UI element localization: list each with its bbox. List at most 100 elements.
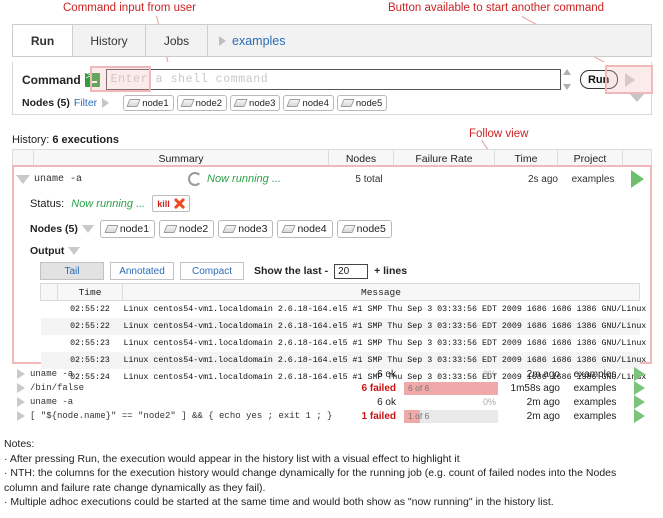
table-row[interactable]: uname -a 6 ok 0% 2m ago examples <box>12 395 652 409</box>
node-tag[interactable]: node1 <box>123 95 174 111</box>
output-mode-compact-label: Compact <box>191 265 232 277</box>
output-mode-compact[interactable]: Compact <box>180 262 244 280</box>
row-time: 1m58s ago <box>510 382 560 394</box>
follow-view-button[interactable] <box>626 381 652 395</box>
annotation-command-input: Command input from user <box>63 2 196 14</box>
kill-button-label: kill <box>157 198 170 209</box>
table-row[interactable]: uname -a 6 ok 0% 2m ago examples <box>12 367 652 381</box>
node-tag-label: node3 <box>249 97 276 109</box>
node-tag[interactable]: node3 <box>218 220 274 238</box>
note-item: · NTH: the columns for the execution his… <box>4 467 617 494</box>
node-tag-label: node3 <box>238 223 268 235</box>
running-execution-row[interactable]: uname -a Now running ... 5 total 2s ago … <box>14 167 650 191</box>
node-icon <box>286 99 302 107</box>
running-time: 2s ago <box>527 173 558 185</box>
log-row: 02:55:22 Linux centos54-vm1.localdomain … <box>41 301 646 319</box>
tab-history[interactable]: History <box>73 25 146 56</box>
notes-section: Notes: · After pressing Run, the executi… <box>4 437 644 510</box>
chevron-down-icon[interactable] <box>68 247 81 255</box>
row-failure-pct: 0% <box>482 396 496 407</box>
log-time: 02:55:23 <box>70 339 110 348</box>
running-status: Now running ... <box>188 172 338 186</box>
running-nodes-label: Nodes (5) <box>30 223 78 235</box>
history-count: 6 executions <box>52 134 119 146</box>
follow-view-button[interactable] <box>626 395 652 409</box>
table-row[interactable]: [ "${node.name}" == "node2" ] && { echo … <box>12 409 652 423</box>
log-row: 02:55:23 Linux centos54-vm1.localdomain … <box>41 335 647 352</box>
follow-view-button[interactable] <box>626 367 652 381</box>
running-node-tag-list: node1 node2 node3 node4 node5 <box>99 220 396 238</box>
row-command: /bin/false <box>30 383 85 393</box>
spinner-icon <box>188 172 202 186</box>
chevron-down-icon <box>16 174 30 184</box>
node-icon <box>126 99 141 107</box>
node-tag[interactable]: node2 <box>159 220 215 238</box>
tab-history-label: History <box>90 33 128 48</box>
chevron-up-icon <box>562 69 571 75</box>
expand-right-icon[interactable] <box>624 72 635 87</box>
row-failure-rate: 1 of 6 <box>402 409 500 423</box>
node-icon <box>281 225 297 233</box>
run-button[interactable]: Run <box>579 70 618 89</box>
node-tag[interactable]: node3 <box>230 95 281 111</box>
breadcrumb-project-link[interactable]: examples <box>232 34 286 48</box>
output-mode-tail[interactable]: Tail <box>40 262 104 280</box>
log-column-header-message: Message <box>122 283 640 301</box>
command-input-spinner[interactable] <box>562 69 572 90</box>
log-message: Linux centos54-vm1.localdomain 2.6.18-16… <box>123 339 647 348</box>
node-tag[interactable]: node5 <box>336 220 392 238</box>
log-row: 02:55:22 Linux centos54-vm1.localdomain … <box>40 318 646 335</box>
tab-run[interactable]: Run <box>13 25 73 56</box>
log-time: 02:55:22 <box>70 305 110 314</box>
expand-row-toggle[interactable] <box>12 397 30 407</box>
expand-row-toggle[interactable] <box>12 383 30 393</box>
node-icon <box>340 99 355 107</box>
nodes-filter-link[interactable]: Filter <box>74 97 97 109</box>
node-tag[interactable]: node5 <box>336 95 388 111</box>
chevron-right-icon <box>17 383 25 393</box>
collapse-row-toggle[interactable] <box>14 174 32 184</box>
notes-title: Notes: <box>4 438 35 450</box>
node-tag[interactable]: node2 <box>176 95 228 111</box>
chevron-down-icon[interactable] <box>81 225 94 233</box>
node-tag[interactable]: node1 <box>99 220 156 238</box>
breadcrumb: examples <box>208 25 651 56</box>
chevron-right-icon[interactable] <box>102 98 110 108</box>
kill-button[interactable]: kill <box>152 195 190 212</box>
history-label: History: <box>12 134 50 146</box>
output-toolbar: Tail Annotated Compact Show the last - 2… <box>40 262 407 280</box>
note-item: · Multiple adhoc executions could be sta… <box>4 496 554 508</box>
log-column-header-time: Time <box>57 283 123 301</box>
follow-view-button[interactable] <box>626 409 652 423</box>
row-project: examples <box>573 410 617 422</box>
node-icon <box>179 99 195 107</box>
log-time: 02:55:22 <box>57 318 123 335</box>
node-tag[interactable]: node4 <box>277 220 333 238</box>
show-last-input[interactable]: 20 <box>334 263 369 279</box>
expand-row-toggle[interactable] <box>12 411 30 421</box>
row-project: examples <box>573 382 617 394</box>
follow-view-button[interactable] <box>624 170 650 188</box>
node-icon <box>233 99 248 107</box>
node-tag-label: node2 <box>195 97 223 109</box>
node-tag[interactable]: node4 <box>283 95 334 111</box>
output-mode-annotated-label: Annotated <box>119 265 165 277</box>
tab-jobs[interactable]: Jobs <box>146 25 208 56</box>
row-time: 2m ago <box>526 410 560 422</box>
note-item: · After pressing Run, the execution woul… <box>4 452 460 465</box>
tab-bar: Run History Jobs examples <box>12 24 652 57</box>
node-icon <box>163 225 178 233</box>
log-message: Linux centos54-vm1.localdomain 2.6.18-16… <box>122 318 646 335</box>
output-mode-annotated[interactable]: Annotated <box>110 262 174 280</box>
command-input[interactable]: Enter a shell command <box>105 69 561 90</box>
node-tag-label: node4 <box>302 97 329 109</box>
history-row-list: uname -a 6 ok 0% 2m ago examples /bin/fa… <box>12 367 652 423</box>
running-project: examples <box>571 173 615 185</box>
collapse-down-icon[interactable] <box>629 93 645 102</box>
status-value: Now running ... <box>71 197 146 210</box>
node-icon <box>341 225 356 233</box>
table-row[interactable]: /bin/false 6 failed 6 of 6 1m58s ago exa… <box>12 381 652 395</box>
expand-row-toggle[interactable] <box>12 369 30 379</box>
chevron-right-icon <box>17 397 25 407</box>
row-failure-pct: 0% <box>482 368 496 379</box>
